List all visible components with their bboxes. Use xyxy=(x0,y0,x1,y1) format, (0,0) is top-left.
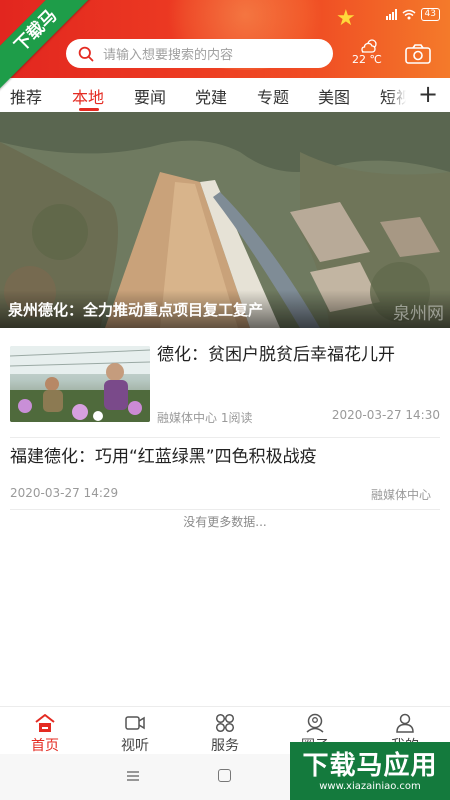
tab-topics[interactable]: 专题 xyxy=(257,84,289,108)
tab-gallery[interactable]: 美图 xyxy=(318,84,350,108)
news-thumbnail xyxy=(10,346,150,422)
flag-star-icon: ★ xyxy=(336,6,356,31)
divider xyxy=(10,437,440,438)
nav-video-label: 视听 xyxy=(121,738,149,754)
news-meta: 融媒体中心 1阅读 xyxy=(157,409,252,426)
active-tab-indicator xyxy=(79,108,99,111)
search-input[interactable]: 请输入想要搜索的内容 xyxy=(66,39,333,68)
hero-banner[interactable]: 泉州网 泉州德化：全力推动重点项目复工复产 xyxy=(0,112,450,328)
wifi-icon xyxy=(402,9,416,20)
user-icon xyxy=(396,713,414,733)
camera-icon[interactable] xyxy=(405,44,431,64)
battery-indicator: 43 xyxy=(420,8,440,21)
add-channel-icon[interactable]: + xyxy=(418,79,438,109)
nav-home-label: 首页 xyxy=(31,738,59,754)
hero-watermark: 泉州网 xyxy=(393,304,444,324)
news-title: 德化：贫困户脱贫后幸福花儿开 xyxy=(157,345,395,365)
news-title[interactable]: 福建德化：巧用“红蓝绿黑”四色积极战疫 xyxy=(10,442,317,467)
news-item[interactable]: 德化：贫困户脱贫后幸福花儿开 融媒体中心 1阅读 2020-03-27 14:3… xyxy=(0,336,450,431)
cloud-sun-icon xyxy=(361,39,377,53)
signal-icon xyxy=(385,9,397,20)
news-time: 2020-03-27 14:29 xyxy=(10,486,119,500)
search-icon xyxy=(78,46,94,61)
tab-headlines[interactable]: 要闻 xyxy=(134,84,166,108)
status-bar: 43 xyxy=(385,8,440,21)
news-time: 2020-03-27 14:30 xyxy=(331,408,440,422)
watermark-banner: 下载马应用 www.xiazainiao.com xyxy=(290,742,450,800)
channel-tabs: 推荐 本地 要闻 党建 专题 美图 短视 + xyxy=(0,78,450,112)
search-placeholder: 请输入想要搜索的内容 xyxy=(103,48,234,63)
hero-title: 泉州德化：全力推动重点项目复工复产 xyxy=(8,301,264,319)
watermark-banner-url: www.xiazainiao.com xyxy=(319,781,421,792)
tabs-fade xyxy=(388,78,414,112)
list-end-text: 没有更多数据... xyxy=(183,515,267,529)
tab-party[interactable]: 党建 xyxy=(195,84,227,108)
tab-recommend[interactable]: 推荐 xyxy=(10,84,42,108)
nav-services[interactable]: 服务 xyxy=(180,707,270,755)
menu-icon[interactable] xyxy=(126,770,140,782)
weather-temperature: 22 ℃ xyxy=(352,53,382,66)
news-reads: 1阅读 xyxy=(220,411,253,425)
video-icon xyxy=(125,716,145,730)
nav-home[interactable]: 首页 xyxy=(0,707,90,755)
weather-widget[interactable]: 22 ℃ xyxy=(350,38,390,70)
nav-services-label: 服务 xyxy=(211,738,239,754)
watermark-banner-text: 下载马应用 xyxy=(302,751,438,781)
system-home-button[interactable] xyxy=(218,769,231,782)
nav-video[interactable]: 视听 xyxy=(90,707,180,755)
divider xyxy=(10,509,440,510)
news-source: 融媒体中心 xyxy=(370,488,431,502)
home-icon xyxy=(35,714,55,732)
community-icon xyxy=(306,713,324,733)
grid-icon xyxy=(215,713,235,733)
tab-local[interactable]: 本地 xyxy=(72,84,104,108)
news-source: 融媒体中心 xyxy=(157,411,218,425)
